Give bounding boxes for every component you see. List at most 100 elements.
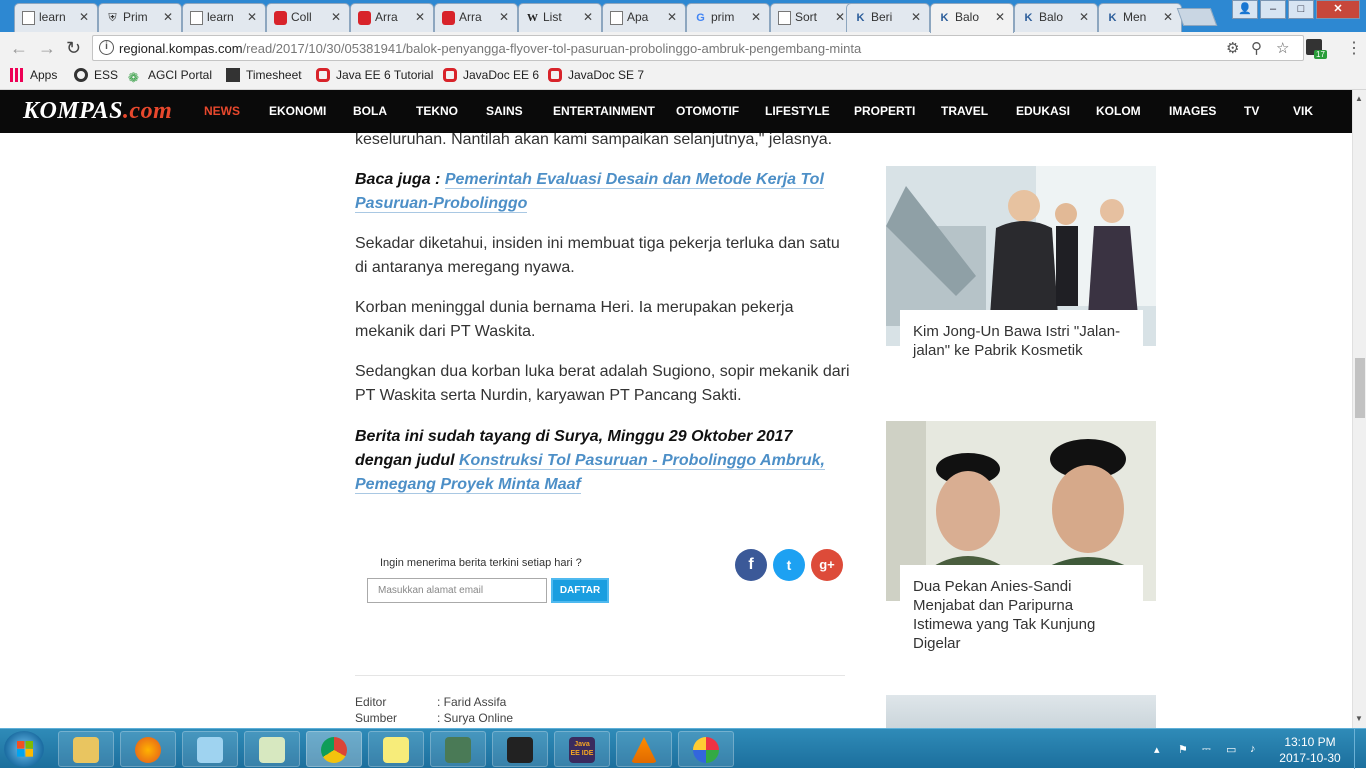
network-icon[interactable]: ⚑ — [1178, 743, 1190, 756]
display-icon[interactable]: ▭ — [1226, 743, 1238, 756]
nav-item-travel[interactable]: TRAVEL — [941, 104, 988, 118]
blocked-cookies-icon[interactable]: ⚙ — [1226, 39, 1239, 57]
tab-close-icon[interactable]: ✕ — [163, 10, 173, 24]
java-ee-ide-icon: Java EE IDE — [569, 737, 595, 763]
tab-close-icon[interactable]: ✕ — [583, 10, 593, 24]
sidebar-news-image[interactable] — [886, 695, 1156, 728]
tab-close-icon[interactable]: ✕ — [415, 10, 425, 24]
nav-item-properti[interactable]: PROPERTI — [854, 104, 915, 118]
browser-tab[interactable]: K Balo ✕ — [930, 3, 1014, 33]
browser-tab[interactable]: Arra ✕ — [434, 3, 518, 32]
browser-tab[interactable]: Sort ✕ — [770, 3, 854, 32]
tab-close-icon[interactable]: ✕ — [667, 10, 677, 24]
chrome-taskbar-button[interactable] — [306, 731, 362, 767]
window-close-button[interactable]: ✕ — [1316, 0, 1360, 19]
nav-item-edukasi[interactable]: EDUKASI — [1016, 104, 1070, 118]
back-icon[interactable]: ← — [10, 38, 28, 59]
subscribe-button[interactable]: DAFTAR — [551, 578, 609, 603]
sticky-notes-taskbar-button[interactable] — [368, 731, 424, 767]
nav-item-bola[interactable]: BOLA — [353, 104, 387, 118]
tab-close-icon[interactable]: ✕ — [331, 10, 341, 24]
reload-icon[interactable]: ↻ — [66, 38, 81, 59]
browser-tab[interactable]: Arra ✕ — [350, 3, 434, 32]
tab-close-icon[interactable]: ✕ — [995, 10, 1005, 24]
site-info-icon[interactable]: i — [99, 40, 114, 55]
bookmark-item[interactable]: JavaDoc SE 7 — [548, 68, 644, 82]
remote-desktop-taskbar-button[interactable] — [430, 731, 486, 767]
app-taskbar-button[interactable] — [492, 731, 548, 767]
googleplus-share-icon[interactable]: g+ — [811, 549, 843, 581]
scroll-thumb[interactable] — [1355, 358, 1365, 418]
nav-item-kolom[interactable]: KOLOM — [1096, 104, 1141, 118]
forward-icon[interactable]: → — [38, 38, 56, 59]
zoom-icon[interactable]: ⚲ — [1251, 39, 1262, 57]
minimize-button[interactable]: – — [1260, 0, 1286, 19]
user-profile-button[interactable]: 👤 — [1232, 0, 1258, 19]
scroll-down-icon[interactable]: ▼ — [1355, 714, 1363, 723]
nav-item-entertainment[interactable]: ENTERTAINMENT — [553, 104, 655, 118]
tab-close-icon[interactable]: ✕ — [751, 10, 761, 24]
bookmark-item[interactable]: Java EE 6 Tutorial — [316, 68, 433, 82]
url-text[interactable]: regional.kompas.com/read/2017/10/30/0538… — [119, 41, 861, 56]
bookmark-item[interactable]: Apps — [10, 68, 57, 82]
nav-item-news[interactable]: NEWS — [204, 104, 240, 118]
tab-close-icon[interactable]: ✕ — [835, 10, 845, 24]
start-button[interactable] — [4, 731, 44, 767]
firefox-taskbar-button[interactable] — [120, 731, 176, 767]
show-desktop-button[interactable] — [1354, 729, 1366, 769]
clock-date: 2017-10-30 — [1279, 751, 1341, 765]
nav-item-otomotif[interactable]: OTOMOTIF — [676, 104, 739, 118]
bookmark-item[interactable]: Timesheet — [226, 68, 302, 82]
browser-tab[interactable]: ⛨ Prim ✕ — [98, 3, 182, 32]
paint-taskbar-button[interactable] — [678, 731, 734, 767]
twitter-share-icon[interactable]: t — [773, 549, 805, 581]
browser-tab[interactable]: K Balo ✕ — [1014, 3, 1098, 32]
bookmark-star-icon[interactable]: ☆ — [1276, 39, 1289, 57]
email-input[interactable]: Masukkan alamat email — [367, 578, 547, 603]
browser-menu-icon[interactable]: ⋮ — [1346, 38, 1362, 58]
sidebar-news-title[interactable]: Dua Pekan Anies-Sandi Menjabat dan Parip… — [900, 565, 1143, 659]
nav-item-tekno[interactable]: TEKNO — [416, 104, 458, 118]
browser-tab[interactable]: Gprim ✕ — [686, 3, 770, 32]
java-ee-ide-taskbar-button[interactable]: Java EE IDE — [554, 731, 610, 767]
scroll-up-icon[interactable]: ▲ — [1355, 94, 1363, 103]
browser-tab[interactable]: W List ✕ — [518, 3, 602, 32]
maximize-button[interactable]: □ — [1288, 0, 1314, 19]
nav-item-images[interactable]: IMAGES — [1169, 104, 1216, 118]
file-explorer-taskbar-button[interactable] — [58, 731, 114, 767]
browser-tab[interactable]: K Beri ✕ — [846, 3, 930, 32]
notepad-taskbar-button[interactable] — [182, 731, 238, 767]
tab-close-icon[interactable]: ✕ — [1079, 10, 1089, 24]
address-bar[interactable]: i regional.kompas.com/read/2017/10/30/05… — [92, 35, 1304, 61]
tab-close-icon[interactable]: ✕ — [247, 10, 257, 24]
browser-tab[interactable]: learn ✕ — [182, 3, 266, 32]
bookmark-item[interactable]: ESS — [74, 68, 118, 82]
page-scrollbar[interactable]: ▲ ▼ — [1352, 90, 1366, 728]
nav-item-ekonomi[interactable]: EKONOMI — [269, 104, 326, 118]
facebook-share-icon[interactable]: f — [735, 549, 767, 581]
usb-icon[interactable]: ⎓ — [1202, 743, 1214, 755]
browser-tab[interactable]: K Men ✕ — [1098, 3, 1182, 32]
tab-close-icon[interactable]: ✕ — [1163, 10, 1173, 24]
bookmark-item[interactable]: ❁ AGCI Portal — [128, 68, 212, 85]
new-tab-button[interactable] — [1176, 8, 1218, 26]
sidebar-news-title[interactable]: Kim Jong-Un Bawa Istri "Jalan-jalan" ke … — [900, 310, 1143, 366]
notepadpp-taskbar-button[interactable] — [244, 731, 300, 767]
browser-tab[interactable]: Coll ✕ — [266, 3, 350, 32]
bookmark-item[interactable]: JavaDoc EE 6 — [443, 68, 539, 82]
vlc-taskbar-button[interactable] — [616, 731, 672, 767]
tab-close-icon[interactable]: ✕ — [911, 10, 921, 24]
tab-close-icon[interactable]: ✕ — [79, 10, 89, 24]
volume-icon[interactable]: ♪ — [1250, 743, 1262, 755]
browser-tab[interactable]: learn ✕ — [14, 3, 98, 32]
kompas-logo[interactable]: KOMPAS.com — [23, 98, 172, 125]
tray-expand-icon[interactable]: ▴ — [1154, 743, 1166, 756]
windows-logo-icon — [17, 741, 33, 757]
nav-item-tv[interactable]: TV — [1244, 104, 1259, 118]
tab-close-icon[interactable]: ✕ — [499, 10, 509, 24]
nav-item-sains[interactable]: SAINS — [486, 104, 523, 118]
system-clock[interactable]: 13:10 PM 2017-10-30 — [1270, 734, 1350, 766]
nav-item-vik[interactable]: VIK — [1293, 104, 1313, 118]
browser-tab[interactable]: Apa ✕ — [602, 3, 686, 32]
nav-item-lifestyle[interactable]: LIFESTYLE — [765, 104, 830, 118]
